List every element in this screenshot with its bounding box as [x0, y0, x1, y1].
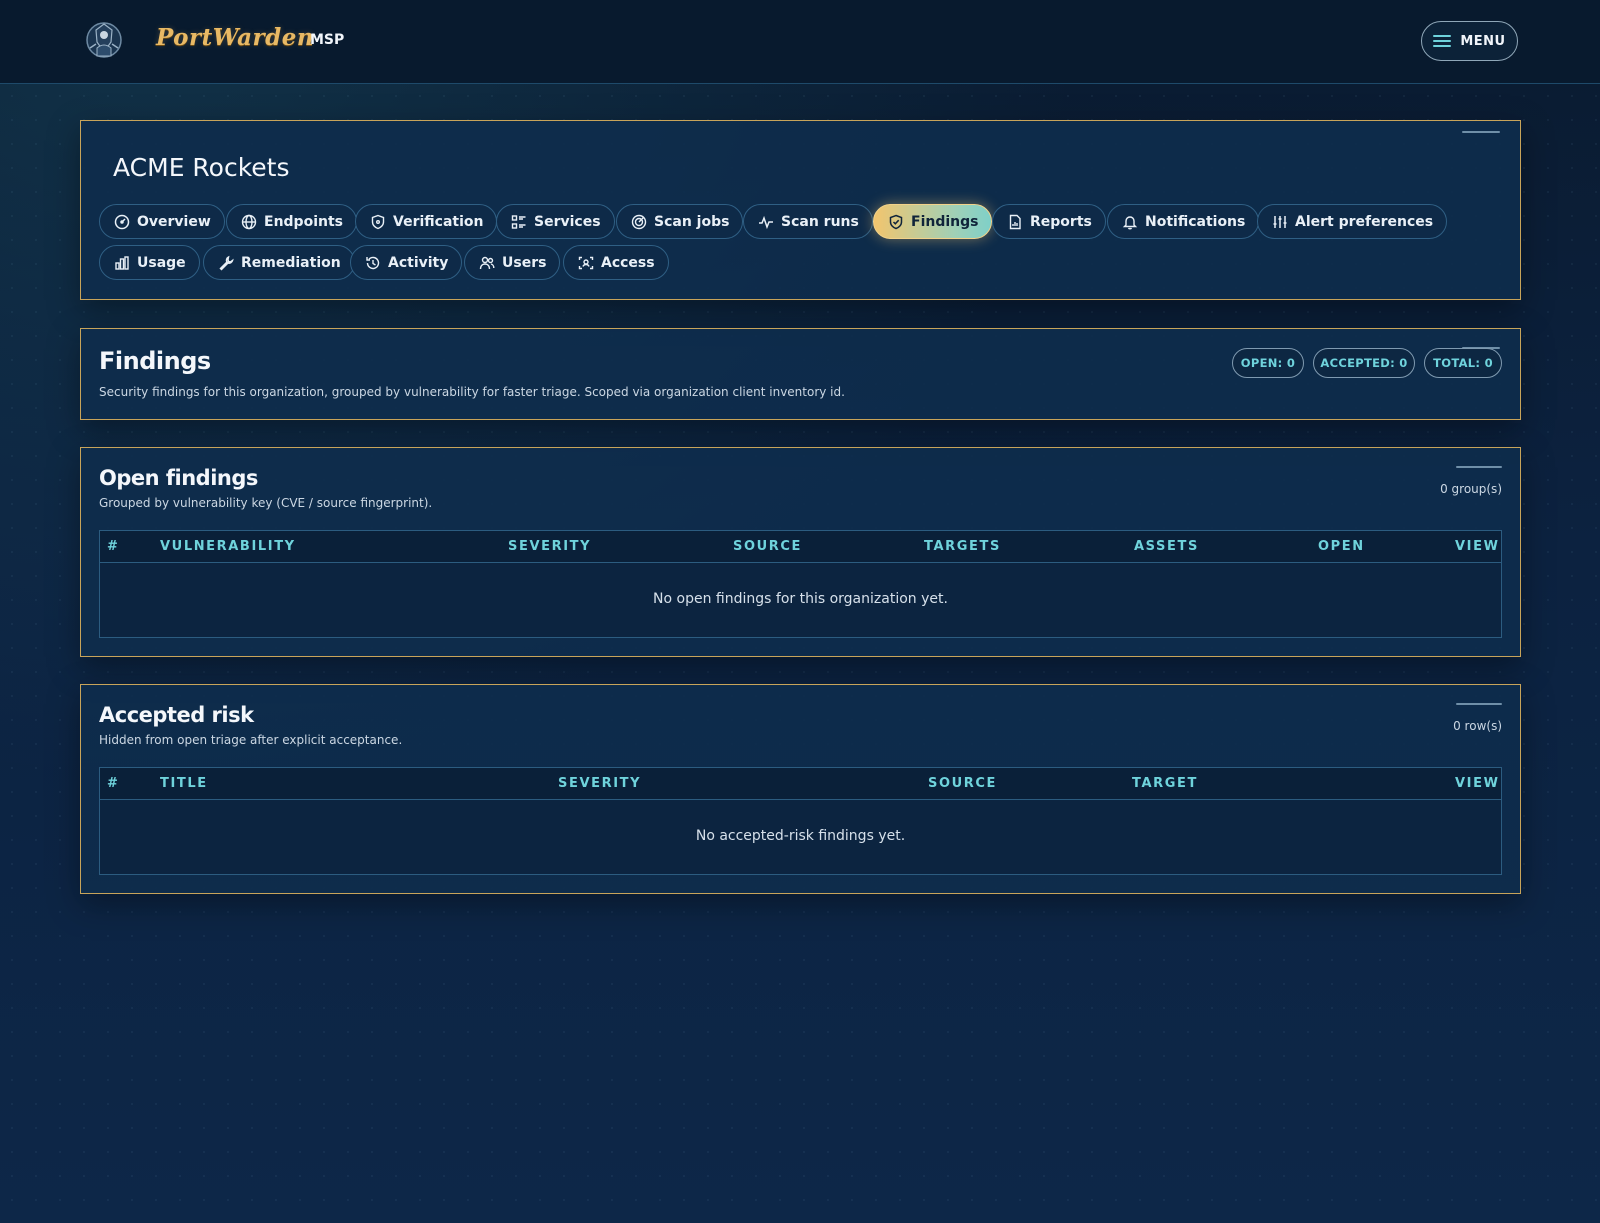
- column-header-severity[interactable]: SEVERITY: [558, 776, 641, 791]
- column-header-targets[interactable]: TARGETS: [924, 539, 1001, 554]
- accepted-risk-table: # TITLE SEVERITY SOURCE TARGET VIEW No a…: [99, 767, 1502, 875]
- page-title: Findings: [99, 347, 211, 375]
- top-bar: PortWarden MSP MENU: [0, 0, 1600, 84]
- tab-scan-jobs[interactable]: Scan jobs: [616, 204, 744, 239]
- tab-notifications[interactable]: Notifications: [1107, 204, 1260, 239]
- section-title: Open findings: [99, 466, 258, 490]
- column-header-assets[interactable]: ASSETS: [1134, 539, 1199, 554]
- tab-label: Usage: [137, 254, 186, 271]
- tab-services[interactable]: Services: [496, 204, 615, 239]
- panel-accent-line: [1456, 703, 1502, 705]
- menu-button[interactable]: MENU: [1421, 21, 1518, 61]
- tab-scan-runs[interactable]: Scan runs: [743, 204, 873, 239]
- tab-label: Users: [502, 254, 547, 271]
- tab-activity[interactable]: Activity: [350, 245, 463, 280]
- wrench-icon: [219, 255, 234, 271]
- column-header-index[interactable]: #: [107, 776, 120, 791]
- column-header-source[interactable]: SOURCE: [928, 776, 997, 791]
- gauge-icon: [114, 214, 130, 229]
- column-header-target[interactable]: TARGET: [1132, 776, 1198, 791]
- users-icon: [479, 256, 495, 269]
- table-header: # VULNERABILITY SEVERITY SOURCE TARGETS …: [100, 531, 1501, 563]
- tab-endpoints[interactable]: Endpoints: [226, 204, 357, 239]
- tab-alert-preferences[interactable]: Alert preferences: [1257, 204, 1448, 239]
- tab-label: Access: [601, 254, 655, 271]
- scan-face-icon: [578, 256, 594, 269]
- bell-icon: [1122, 215, 1138, 229]
- accepted-count-badge: ACCEPTED: 0: [1313, 348, 1415, 378]
- tab-overview[interactable]: Overview: [99, 204, 225, 239]
- panel-accent-line: [1456, 466, 1502, 468]
- history-icon: [366, 256, 380, 269]
- tab-label: Scan runs: [781, 213, 859, 230]
- sliders-icon: [1273, 215, 1287, 228]
- tab-label: Verification: [393, 213, 484, 230]
- shield-icon: [371, 214, 385, 229]
- table-header: # TITLE SEVERITY SOURCE TARGET VIEW: [100, 768, 1501, 800]
- tab-access[interactable]: Access: [563, 245, 669, 280]
- total-count-badge: TOTAL: 0: [1424, 348, 1502, 378]
- tab-label: Scan jobs: [654, 213, 730, 230]
- column-header-severity[interactable]: SEVERITY: [508, 539, 591, 554]
- column-header-view[interactable]: VIEW: [1455, 776, 1500, 791]
- column-header-open[interactable]: OPEN: [1318, 539, 1365, 554]
- column-header-vulnerability[interactable]: VULNERABILITY: [160, 539, 296, 554]
- panel-accent-line: [1462, 131, 1500, 133]
- accepted-risk-panel: Accepted risk Hidden from open triage af…: [80, 684, 1521, 894]
- globe-icon: [241, 214, 257, 229]
- org-title: ACME Rockets: [113, 153, 290, 182]
- tab-reports[interactable]: Reports: [992, 204, 1106, 239]
- tab-remediation[interactable]: Remediation: [203, 245, 355, 280]
- tab-verification[interactable]: Verification: [355, 204, 498, 239]
- pulse-icon: [759, 215, 773, 229]
- tab-label: Endpoints: [264, 213, 343, 230]
- tab-findings[interactable]: Findings: [873, 204, 993, 239]
- tab-usage[interactable]: Usage: [99, 245, 200, 280]
- hamburger-icon: [1433, 35, 1452, 47]
- bar-chart-icon: [115, 255, 129, 270]
- tab-label: Overview: [137, 213, 211, 230]
- tab-label: Alert preferences: [1295, 213, 1434, 230]
- column-header-title[interactable]: TITLE: [160, 776, 208, 791]
- column-header-index[interactable]: #: [107, 539, 120, 554]
- section-description: Hidden from open triage after explicit a…: [99, 733, 403, 747]
- tab-label: Findings: [911, 213, 979, 230]
- tab-label: Remediation: [241, 254, 341, 271]
- group-count: 0 group(s): [1440, 482, 1502, 496]
- findings-summary-panel: Findings Security findings for this orga…: [80, 328, 1521, 420]
- section-description: Grouped by vulnerability key (CVE / sour…: [99, 496, 433, 510]
- brand-name[interactable]: PortWarden: [156, 24, 314, 51]
- org-panel: ACME Rockets Overview Endpoints Verifica…: [80, 120, 1521, 300]
- open-findings-table: # VULNERABILITY SEVERITY SOURCE TARGETS …: [99, 530, 1502, 638]
- brand-subtitle: MSP: [310, 32, 345, 48]
- column-header-view[interactable]: VIEW: [1455, 539, 1500, 554]
- section-title: Accepted risk: [99, 703, 254, 727]
- open-count-badge: OPEN: 0: [1232, 348, 1304, 378]
- list-icon: [511, 214, 526, 229]
- report-icon: [1009, 214, 1021, 229]
- tab-label: Activity: [388, 254, 449, 271]
- radar-icon: [631, 214, 647, 229]
- open-findings-panel: Open findings Grouped by vulnerability k…: [80, 447, 1521, 657]
- portwarden-logo-icon[interactable]: [84, 18, 124, 64]
- column-header-source[interactable]: SOURCE: [733, 539, 802, 554]
- tab-users[interactable]: Users: [464, 245, 561, 280]
- empty-state-message: No open findings for this organization y…: [653, 591, 948, 607]
- shield-check-icon: [889, 214, 903, 229]
- empty-state-message: No accepted-risk findings yet.: [695, 828, 906, 844]
- menu-label: MENU: [1460, 33, 1506, 49]
- tab-label: Services: [534, 213, 601, 230]
- page-description: Security findings for this organization,…: [99, 385, 845, 399]
- tab-label: Notifications: [1145, 213, 1246, 230]
- row-count: 0 row(s): [1453, 719, 1502, 733]
- tab-label: Reports: [1030, 213, 1092, 230]
